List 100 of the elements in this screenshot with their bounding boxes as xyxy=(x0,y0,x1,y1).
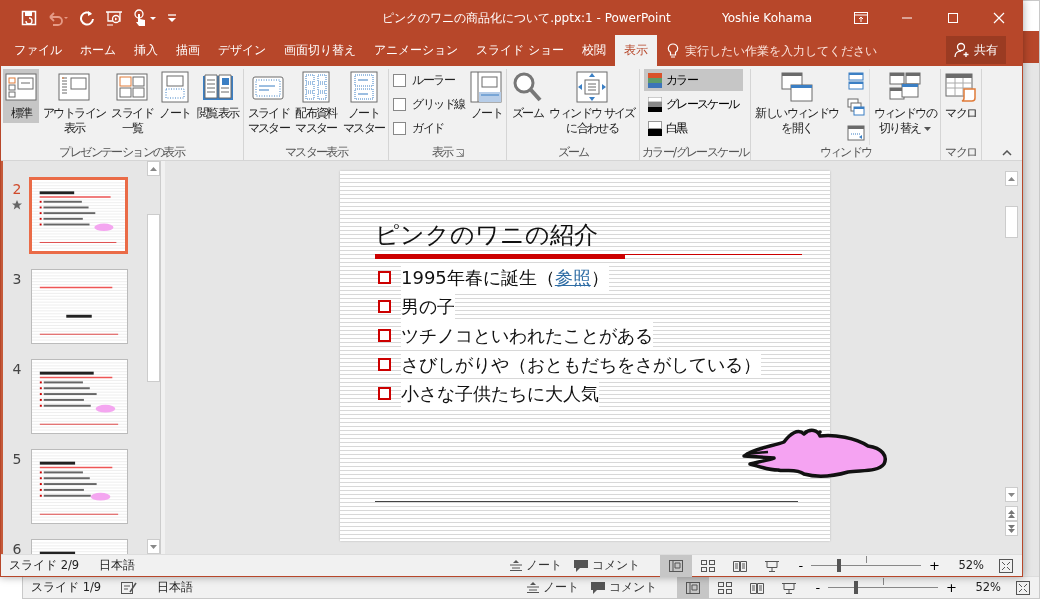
reference-link[interactable]: 参照 xyxy=(554,267,591,288)
ribbon-button[interactable]: ズーム xyxy=(509,69,546,123)
zoom-in-button[interactable]: + xyxy=(944,581,959,594)
close-icon xyxy=(993,12,1005,24)
color-mode-button[interactable]: 白黒 xyxy=(643,117,743,139)
double-arrow-up-icon xyxy=(1008,509,1015,518)
cascade-icon xyxy=(846,98,865,116)
ribbon-button[interactable]: ノート xyxy=(157,69,193,123)
view-button[interactable] xyxy=(677,576,710,599)
slide-number: 2 xyxy=(12,180,22,199)
book-icon xyxy=(750,581,765,594)
scrollbar-thumb[interactable] xyxy=(146,214,160,382)
slide-number: 3 xyxy=(12,270,22,289)
view-button[interactable] xyxy=(660,554,693,577)
ribbon-button[interactable]: スライド マスター xyxy=(245,69,292,138)
ribbon-button[interactable]: ウィンドウ サイズ に合わせる xyxy=(547,69,637,138)
ribbon-button[interactable]: アウトライン 表示 xyxy=(41,69,108,138)
ribbon-button[interactable]: 新しいウィンドウ を開く xyxy=(753,69,841,138)
slide-thumbnail[interactable] xyxy=(31,449,128,524)
arrow-down-icon xyxy=(149,544,157,549)
status-text: 日本語 xyxy=(99,556,136,574)
share-button[interactable]: 共有 xyxy=(946,36,1006,64)
color-mode-button[interactable]: グレースケール xyxy=(643,93,743,115)
zoom-percent: 52% xyxy=(974,578,1002,596)
slide-number: 4 xyxy=(12,360,22,379)
ribbon-tab[interactable]: デザイン xyxy=(209,35,275,66)
ribbon-button[interactable]: 標準 xyxy=(3,69,39,123)
zoom-out-button[interactable]: - xyxy=(796,559,806,572)
customize-icon[interactable] xyxy=(167,12,177,24)
group-label: マスター表示 xyxy=(284,145,348,160)
swatch-icon xyxy=(647,120,662,136)
ribbon-tab[interactable]: アニメーション xyxy=(365,35,467,66)
zoom-out-button[interactable]: - xyxy=(813,581,823,594)
slider-thumb[interactable] xyxy=(853,581,858,594)
tell-me-field[interactable]: 実行したい作業を入力してください xyxy=(684,41,935,60)
double-arrow-down-icon xyxy=(1008,524,1015,533)
slide-sorter-icon xyxy=(701,559,716,572)
notes-button[interactable]: ノート xyxy=(521,576,586,599)
lightbulb-icon xyxy=(666,42,679,59)
switch-windows-icon xyxy=(888,71,921,103)
ribbon-tab[interactable]: 表示 xyxy=(614,35,657,66)
slide-number: 6 xyxy=(12,540,22,554)
ribbon-button[interactable]: 閲覧表示 xyxy=(195,69,241,123)
ribbon-button[interactable]: 配布資料 マスター xyxy=(293,69,339,138)
status-text: スライド 2/9 xyxy=(9,556,80,574)
ribbon-tab[interactable]: 校閲 xyxy=(572,35,615,66)
collapse-ribbon-icon[interactable] xyxy=(1002,150,1012,156)
previous-slide-button[interactable] xyxy=(1005,506,1018,521)
group-label: 表示 xyxy=(431,145,453,160)
user-name: Yoshie Kohama xyxy=(721,10,812,27)
slide-thumbnail[interactable] xyxy=(29,177,128,254)
redo-icon[interactable] xyxy=(79,10,95,26)
zoom-percent: 52% xyxy=(957,556,985,574)
slideshow-icon xyxy=(782,581,797,594)
ribbon-tab[interactable]: ホーム xyxy=(71,35,125,66)
checkbox[interactable]: グリッド線 xyxy=(393,93,465,115)
checkbox[interactable]: ガイド xyxy=(393,117,465,139)
group-label: ウィンドウ xyxy=(819,145,872,160)
scroll-down-button[interactable] xyxy=(1005,487,1018,502)
ribbon-button[interactable]: ウィンドウの 切り替え xyxy=(871,69,938,138)
ribbon-tab[interactable]: ファイル xyxy=(5,35,71,66)
ribbon-button[interactable]: ノート マスター xyxy=(340,69,387,138)
comments-button[interactable]: コメント xyxy=(568,554,647,577)
save-icon[interactable] xyxy=(21,10,37,26)
bullet-text: ツチノコといわれたことがある xyxy=(401,322,653,349)
scrollbar-thumb[interactable] xyxy=(1005,206,1018,238)
ribbon-tab[interactable]: スライド ショー xyxy=(467,35,573,66)
presentation-icon[interactable] xyxy=(105,10,123,26)
checkbox[interactable]: ルーラー xyxy=(393,69,465,91)
color-mode-button[interactable]: カラー xyxy=(643,69,743,91)
ribbon-button[interactable]: マクロ xyxy=(942,69,979,123)
ribbon-button[interactable]: スライド 一覧 xyxy=(109,69,155,138)
status-text: スライド 1/9 xyxy=(31,578,102,596)
notes-master-icon xyxy=(347,71,380,103)
comments-button[interactable]: コメント xyxy=(585,576,664,599)
bullet-icon xyxy=(378,329,391,342)
zoom-in-button[interactable]: + xyxy=(927,559,942,572)
notes-button[interactable]: ノート xyxy=(504,554,569,577)
normal-view-icon xyxy=(669,559,684,572)
window-tool-button[interactable] xyxy=(844,95,867,119)
scroll-up-button[interactable] xyxy=(146,161,160,176)
ribbon-button[interactable]: ノート xyxy=(468,69,505,123)
touch-icon[interactable] xyxy=(133,9,157,27)
bullet-text: さびしがりや（おともだちをさがしている） xyxy=(401,351,761,378)
slider-thumb[interactable] xyxy=(836,559,841,572)
ribbon-tab[interactable]: 挿入 xyxy=(125,35,167,66)
proofing-icon[interactable] xyxy=(121,580,138,595)
person-add-icon xyxy=(954,42,970,58)
slide-number: 5 xyxy=(12,450,22,469)
slide-thumbnail[interactable] xyxy=(31,359,128,434)
slide-thumbnail[interactable] xyxy=(31,269,128,344)
macro-icon xyxy=(944,71,977,103)
book-icon xyxy=(201,71,234,103)
scroll-down-button[interactable] xyxy=(146,539,160,554)
scroll-up-button[interactable] xyxy=(1005,171,1018,186)
comment-icon xyxy=(574,559,589,572)
next-slide-button[interactable] xyxy=(1005,521,1018,536)
dialog-launcher-icon[interactable] xyxy=(456,149,465,157)
ribbon-tab[interactable]: 画面切り替え xyxy=(275,35,365,66)
ribbon-tab[interactable]: 描画 xyxy=(167,35,209,66)
